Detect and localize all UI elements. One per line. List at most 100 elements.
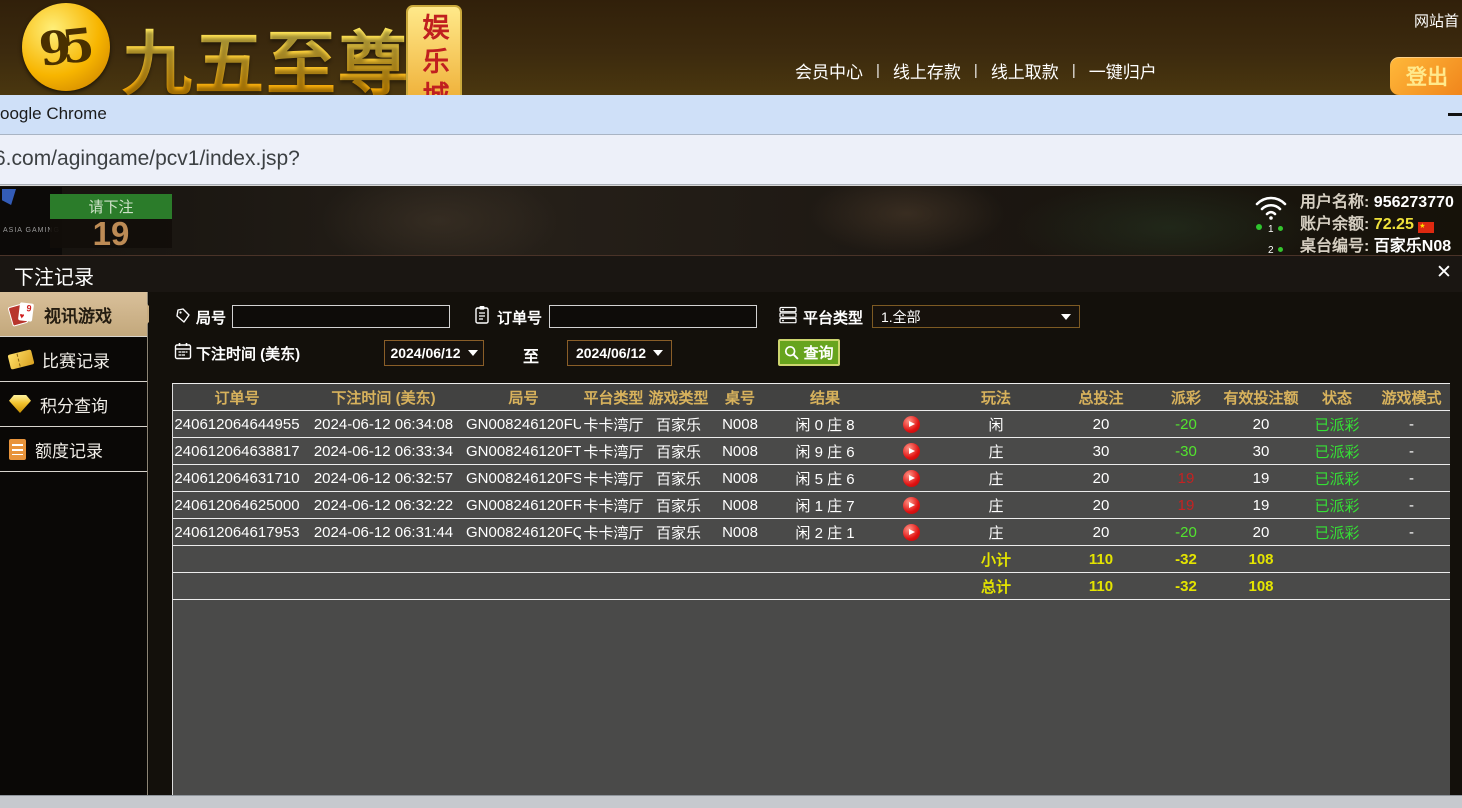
cell-round: GN008246120FS — [466, 465, 581, 492]
cell-game-type: 百家乐 — [646, 438, 711, 465]
sidebar-item-points-query[interactable]: 积分查询 — [0, 382, 147, 427]
total-bet: 110 — [1051, 573, 1151, 600]
subtotal-row: 小计 110 -32 108 — [173, 546, 1450, 573]
tag-icon — [175, 307, 192, 324]
cell-round: GN008246120FU — [466, 411, 581, 438]
modal-sidebar: 视讯游戏 比赛记录 积分查询 额度记录 — [0, 292, 148, 796]
round-number-input[interactable] — [232, 305, 450, 328]
video-play-icon[interactable] — [903, 443, 920, 460]
nav-member-center[interactable]: 会员中心 — [795, 58, 863, 83]
brand-title: 九五至尊 — [122, 8, 410, 95]
sidebar-item-video-games[interactable]: 视讯游戏 — [0, 292, 147, 337]
nav-separator: | — [876, 62, 880, 79]
cell-video — [881, 492, 941, 519]
nav-one-key-transfer[interactable]: 一键归户 — [1089, 58, 1157, 83]
calendar-icon — [174, 342, 192, 360]
ticket-icon — [8, 349, 35, 369]
col-total-bet: 总投注 — [1051, 384, 1151, 411]
search-button[interactable]: 查询 — [778, 339, 840, 366]
cell-valid-bet: 30 — [1221, 438, 1301, 465]
minimize-icon[interactable] — [1448, 113, 1462, 116]
platform-type-select[interactable]: 1.全部 — [872, 305, 1080, 328]
search-button-label: 查询 — [803, 342, 833, 363]
playing-cards-icon — [9, 302, 35, 326]
list-item: 1 — [1268, 219, 1283, 240]
total-payout: -32 — [1151, 573, 1221, 600]
cell-total-bet: 20 — [1051, 465, 1151, 492]
user-name-label: 用户名称: — [1300, 194, 1369, 211]
cell-platform: 卡卡湾厅 — [581, 519, 646, 546]
date-from-select[interactable]: 2024/06/12 — [384, 340, 484, 366]
modal-content: 局号 订单号 平台类型 1.全部 — [149, 292, 1462, 796]
table-number-label: 桌台编号: — [1300, 238, 1369, 255]
table-mini-list: 1 2 — [1268, 219, 1283, 255]
site-home-link[interactable]: 网站首 — [1414, 10, 1459, 31]
sidebar-item-label: 视讯游戏 — [44, 302, 112, 327]
date-to-select[interactable]: 2024/06/12 — [567, 340, 672, 366]
cell-total-bet: 20 — [1051, 519, 1151, 546]
col-round: 局号 — [466, 384, 581, 411]
document-icon — [9, 439, 26, 460]
address-bar[interactable]: 6.com/agingame/pcv1/index.jsp? — [0, 135, 1462, 185]
table-row: 240612064644955 2024-06-12 06:34:08 GN00… — [173, 411, 1450, 438]
user-name-row: 用户名称: 956273770 — [1300, 192, 1454, 214]
cell-payout: 19 — [1151, 492, 1221, 519]
col-bet-time: 下注时间 (美东) — [301, 384, 466, 411]
screen: 95 九五至尊 娱乐城 网站首 会员中心 | 线上存款 | 线上取款 | 一键归… — [0, 0, 1462, 808]
cell-order: 240612064631710 — [173, 465, 301, 492]
cell-video — [881, 519, 941, 546]
sidebar-item-quota-records[interactable]: 额度记录 — [0, 427, 147, 472]
window-titlebar: oogle Chrome — [0, 95, 1462, 135]
cell-platform: 卡卡湾厅 — [581, 411, 646, 438]
clipboard-icon — [474, 305, 490, 325]
cell-platform: 卡卡湾厅 — [581, 465, 646, 492]
cell-table: N008 — [711, 438, 769, 465]
cell-bet-time: 2024-06-12 06:33:34 — [301, 438, 466, 465]
balance-label: 账户余额: — [1300, 216, 1369, 233]
modal-title: 下注记录 — [14, 261, 94, 290]
page-url[interactable]: 6.com/agingame/pcv1/index.jsp? — [0, 147, 300, 171]
video-play-icon[interactable] — [903, 470, 920, 487]
cell-table: N008 — [711, 465, 769, 492]
nav-deposit[interactable]: 线上存款 — [893, 58, 961, 83]
cell-total-bet: 20 — [1051, 492, 1151, 519]
sidebar-item-label: 比赛记录 — [42, 347, 110, 372]
china-flag-icon: ★ — [1418, 222, 1434, 233]
bet-time-label: 下注时间 (美东) — [196, 343, 300, 364]
cell-valid-bet: 19 — [1221, 492, 1301, 519]
cell-result: 闲 0 庄 8 — [769, 411, 881, 438]
col-payout: 派彩 — [1151, 384, 1221, 411]
col-status: 状态 — [1301, 384, 1373, 411]
order-number-label: 订单号 — [497, 307, 542, 328]
95-coin-icon[interactable]: 95 — [22, 3, 110, 91]
cell-table: N008 — [711, 492, 769, 519]
col-video — [881, 384, 941, 411]
video-play-icon[interactable] — [903, 524, 920, 541]
balance-row: 账户余额: 72.25 ★ — [1300, 214, 1454, 236]
platform-type-label: 平台类型 — [803, 307, 863, 328]
records-table: 订单号 下注时间 (美东) 局号 平台类型 游戏类型 桌号 结果 玩法 总投注 … — [173, 384, 1450, 600]
cell-round: GN008246120FR — [466, 492, 581, 519]
cell-result: 闲 5 庄 6 — [769, 465, 881, 492]
green-dot-icon — [1278, 226, 1283, 231]
sidebar-item-match-records[interactable]: 比赛记录 — [0, 337, 147, 382]
subtotal-valid: 108 — [1221, 546, 1301, 573]
cell-video — [881, 438, 941, 465]
cell-play: 闲 — [941, 411, 1051, 438]
video-play-icon[interactable] — [903, 497, 920, 514]
cell-game-mode: - — [1373, 411, 1450, 438]
cell-status: 已派彩 — [1301, 492, 1373, 519]
cell-platform: 卡卡湾厅 — [581, 492, 646, 519]
site-header: 95 九五至尊 娱乐城 网站首 会员中心 | 线上存款 | 线上取款 | 一键归… — [0, 0, 1462, 95]
video-play-icon[interactable] — [903, 416, 920, 433]
cell-game-mode: - — [1373, 492, 1450, 519]
order-number-input[interactable] — [549, 305, 757, 328]
sidebar-item-label: 积分查询 — [40, 392, 108, 417]
cell-bet-time: 2024-06-12 06:34:08 — [301, 411, 466, 438]
bottom-strip — [0, 795, 1462, 808]
logout-button[interactable]: 登出 — [1390, 57, 1462, 95]
cell-game-mode: - — [1373, 465, 1450, 492]
cell-payout: 19 — [1151, 465, 1221, 492]
nav-withdraw[interactable]: 线上取款 — [991, 58, 1059, 83]
close-icon[interactable]: ✕ — [1436, 261, 1452, 284]
